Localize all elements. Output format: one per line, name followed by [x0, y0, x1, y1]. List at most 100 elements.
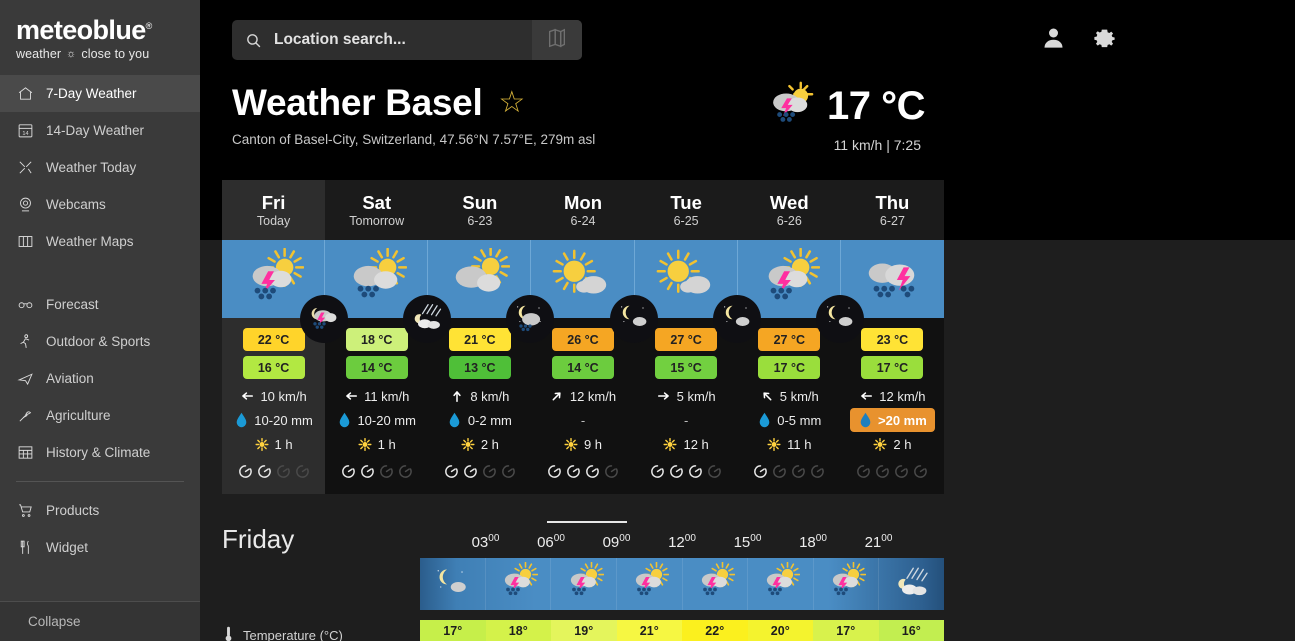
sidebar-collapse-button[interactable]: Collapse [0, 601, 200, 641]
hourly-cell-7[interactable] [879, 558, 944, 610]
hour-tick-12: 1200 [668, 533, 696, 551]
day-tab-sat[interactable]: Sat Tomorrow [325, 180, 429, 240]
sunshine-value: 1 h [377, 436, 396, 452]
sidebar-divider [16, 481, 184, 483]
hourly-temperature-cell: 19° [551, 620, 617, 641]
hourly-cell-0[interactable] [420, 558, 486, 610]
sidebar-item-label: Outdoor & Sports [46, 334, 151, 350]
hour-tick-18: 1800 [799, 533, 827, 551]
gear-icon[interactable] [1091, 24, 1118, 51]
day-tab-wed[interactable]: Wed 6-26 [737, 180, 841, 240]
sidebar-item-label: Weather Today [46, 160, 137, 176]
sunshine-metric: 9 h [564, 432, 602, 456]
sunshine-value: 1 h [274, 436, 293, 452]
sunshine-value: 2 h [480, 436, 499, 452]
cart-icon [16, 502, 34, 520]
search-input[interactable] [274, 31, 532, 49]
current-details: 11 km/h | 7:25 [834, 137, 921, 153]
location-search-box[interactable] [232, 20, 582, 60]
day-tab-thu[interactable]: Thu 6-27 [840, 180, 944, 240]
sidebar-item-aviation[interactable]: Aviation [0, 360, 200, 397]
brand-name: meteoblue® [16, 15, 152, 45]
hourly-cell-4[interactable] [683, 558, 749, 610]
user-icon[interactable] [1040, 24, 1067, 51]
water-drop-icon [337, 412, 351, 428]
top-bar [200, 0, 1293, 80]
sidebar-item-forecast[interactable]: Forecast [0, 286, 200, 323]
sun-icon [358, 437, 372, 452]
open-map-button[interactable] [532, 20, 582, 60]
sidebar-item-agriculture[interactable]: Agriculture [0, 397, 200, 434]
sidebar-item-widget[interactable]: Widget [0, 529, 200, 566]
max-temperature-badge: 26 °C [551, 328, 614, 351]
precip-metric: - [581, 408, 585, 432]
sidebar-item-products[interactable]: Products [0, 492, 200, 529]
small-gear-icon: ☼ [66, 48, 77, 61]
hourly-cell-6[interactable] [814, 558, 880, 610]
accuracy-meter-icon [585, 464, 600, 479]
hour-tick-09: 0900 [602, 533, 631, 551]
sidebar-item-label: Aviation [46, 371, 94, 387]
day-column-wed[interactable]: 27 °C 17 °C 5 km/h 0-5 mm 11 h [737, 240, 864, 494]
page-heading: Weather Basel ☆ [232, 82, 525, 124]
wind-direction-icon [550, 389, 564, 403]
sidebar-item-7-day-weather[interactable]: 7-Day Weather [0, 75, 200, 113]
hourly-cell-5[interactable] [748, 558, 814, 610]
sidebar-item-webcams[interactable]: Webcams [0, 186, 200, 223]
sunshine-metric: 2 h [873, 432, 911, 456]
day-tabs: Fri Today Sat Tomorrow Sun 6-23 Mon 6-24 Tue… [222, 180, 944, 240]
day-columns: 22 °C 16 °C 10 km/h 10-20 mm 1 h 18 °C 1… [222, 240, 944, 494]
hourly-temperature-cell: 20° [747, 620, 813, 641]
day-column-sat[interactable]: 18 °C 14 °C 11 km/h 10-20 mm 1 h [325, 240, 452, 494]
accuracy-meter-icon [341, 464, 356, 479]
sidebar-item-outdoor-sports[interactable]: Outdoor & Sports [0, 323, 200, 360]
day-tab-sun[interactable]: Sun 6-23 [428, 180, 532, 240]
night-icon-bubble [712, 295, 761, 343]
sidebar-item-weather-today[interactable]: Weather Today [0, 149, 200, 186]
precip-metric: 10-20 mm [234, 408, 313, 432]
thunderstorm-rain-icon [861, 248, 923, 310]
page-title: Weather Basel [232, 82, 483, 123]
wind-direction-icon [240, 389, 254, 403]
precip-value: 10-20 mm [357, 412, 416, 428]
min-temperature-badge: 15 °C [655, 356, 718, 379]
wind-metric: 12 km/h [859, 384, 926, 408]
precip-value: - [683, 412, 689, 428]
day-column-tue[interactable]: 27 °C 15 °C 5 km/h - 12 h [634, 240, 761, 494]
day-metrics: 27 °C 15 °C 5 km/h - 12 h [635, 318, 738, 479]
water-drop-icon [858, 412, 872, 428]
hourly-cell-1[interactable] [486, 558, 552, 610]
sidebar-item-history-climate[interactable]: History & Climate [0, 434, 200, 471]
star-icon[interactable]: ☆ [498, 88, 525, 118]
sidebar-item-weather-maps[interactable]: Weather Maps [0, 223, 200, 260]
max-temperature-badge: 23 °C [861, 328, 924, 351]
day-tab-mon[interactable]: Mon 6-24 [531, 180, 635, 240]
sunshine-metric: 11 h [767, 432, 811, 456]
clear-night-icon [822, 299, 858, 340]
day-tab-fri[interactable]: Fri Today [222, 180, 326, 240]
day-column-fri[interactable]: 22 °C 16 °C 10 km/h 10-20 mm 1 h [222, 240, 349, 494]
accuracy-meter-icon [566, 464, 581, 479]
search-icon [232, 32, 274, 49]
hourly-cell-3[interactable] [617, 558, 683, 610]
day-column-thu[interactable]: 23 °C 17 °C 12 km/h >20 mm 2 h [840, 240, 944, 494]
day-column-mon[interactable]: 26 °C 14 °C 12 km/h - 9 h [531, 240, 658, 494]
wind-metric: 5 km/h [657, 384, 716, 408]
min-temperature-badge: 17 °C [758, 356, 821, 379]
brand-logo[interactable]: meteoblue® weather ☼ close to you [0, 0, 200, 75]
sidebar-item-14-day-weather[interactable]: 14 14-Day Weather [0, 112, 200, 149]
hourly-cell-2[interactable] [551, 558, 617, 610]
day-metrics: 26 °C 14 °C 12 km/h - 9 h [531, 318, 634, 479]
current-separator: | [886, 137, 890, 153]
day-tab-tue[interactable]: Tue 6-25 [634, 180, 738, 240]
rain-sun-icon [345, 247, 408, 310]
map-book-icon [546, 27, 568, 54]
max-temperature-badge: 18 °C [345, 328, 408, 351]
wind-metric: 10 km/h [240, 384, 307, 408]
accuracy-meter-icon [894, 464, 909, 479]
day-tab-name: Fri [261, 191, 286, 213]
thunderstorm-sun-icon [758, 247, 821, 310]
day-column-sun[interactable]: 21 °C 13 °C 8 km/h 0-2 mm 2 h [428, 240, 555, 494]
forecast-accuracy-meters [753, 464, 825, 479]
webcam-icon [16, 196, 34, 214]
